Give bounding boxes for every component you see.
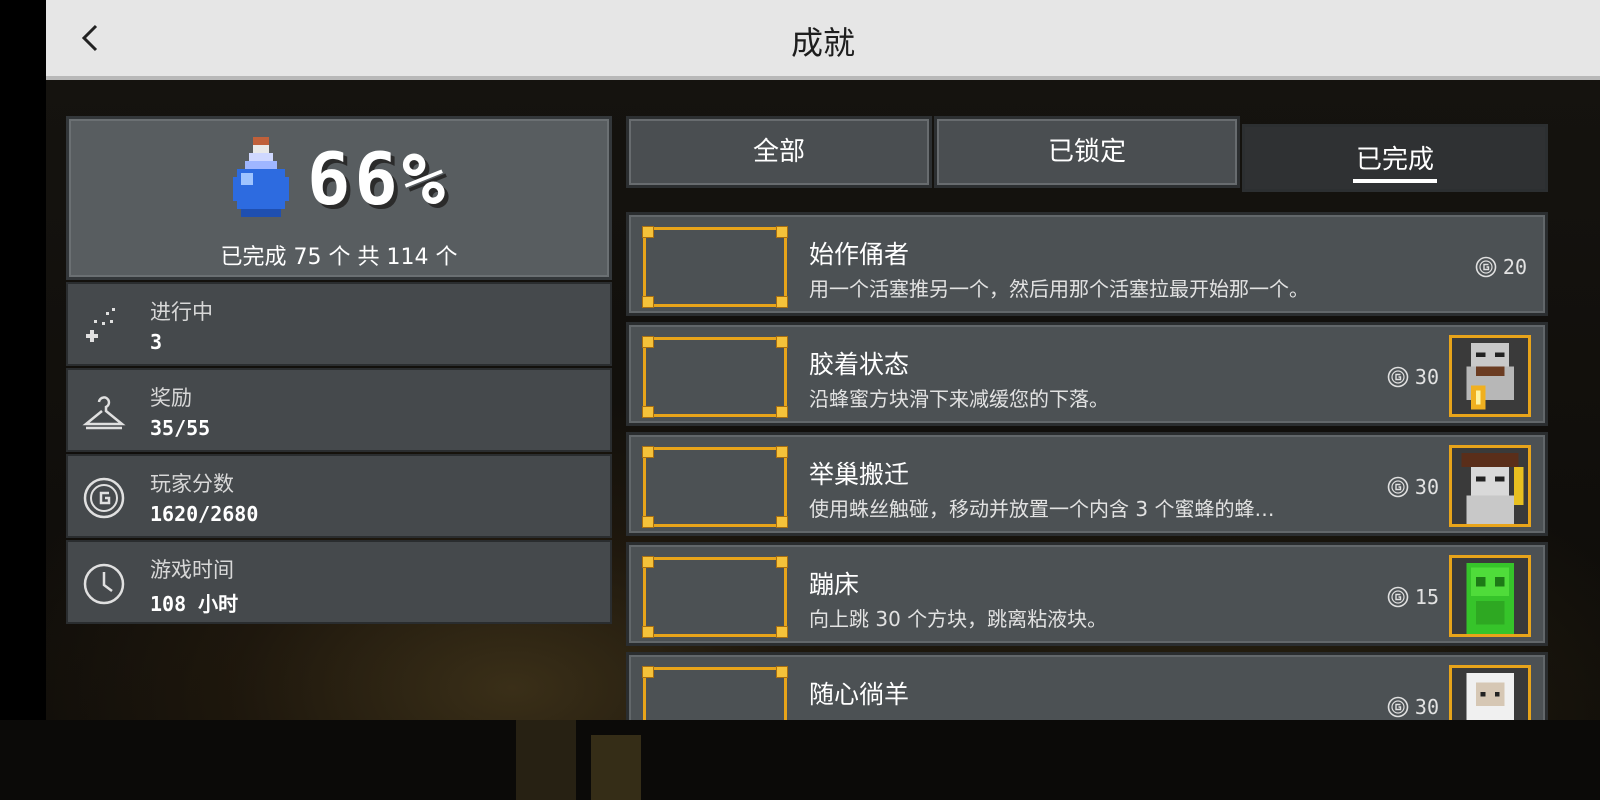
achievement-description: 使用蛛丝触碰，移动并放置一个内含 3 个蜜蜂的蜂… (809, 497, 1275, 521)
achievement-score: 30 (1387, 475, 1439, 499)
achievement-row[interactable]: 蹦床 向上跳 30 个方块，跳离粘液块。 15 (626, 542, 1548, 646)
top-bar: 成就 (46, 0, 1600, 80)
score-value: 20 (1502, 255, 1527, 279)
score-value: 30 (1414, 695, 1439, 719)
achievement-title: 始作俑者 (809, 240, 910, 269)
stat-row-gamerscore: 玩家分数 1620/2680 (66, 454, 612, 538)
sparkle-icon (86, 308, 115, 342)
score-value: 30 (1414, 475, 1439, 499)
achievement-image-frame (642, 336, 788, 418)
stat-row-in-progress: 进行中 3 (66, 282, 612, 366)
tab-label: 已锁定 (1047, 137, 1126, 167)
stat-row-rewards: 奖励 35/55 (66, 368, 612, 452)
stat-row-playtime: 游戏时间 108 小时 (66, 540, 612, 624)
achievement-title: 举巢搬迁 (809, 460, 910, 489)
score-value: 15 (1414, 585, 1439, 609)
stat-value: 3 (150, 330, 163, 354)
reward-thumbnail[interactable] (1449, 445, 1531, 527)
completion-count: 已完成 75 个 共 114 个 (220, 245, 458, 270)
achievement-title: 胶着状态 (809, 350, 910, 379)
slime-character-icon (1452, 558, 1528, 634)
gamerscore-icon (1387, 476, 1409, 498)
gamerscore-icon (1387, 366, 1409, 388)
achievement-row[interactable]: 胶着状态 沿蜂蜜方块滑下来减缓您的下落。 30 (626, 322, 1548, 426)
reward-thumbnail[interactable] (1449, 335, 1531, 417)
achievement-score: 30 (1387, 695, 1439, 719)
score-value: 30 (1414, 365, 1439, 389)
gamerscore-icon (1387, 586, 1409, 608)
reward-thumbnail[interactable] (1449, 555, 1531, 637)
tab-all[interactable]: 全部 (626, 116, 932, 188)
armored-character-icon (1452, 338, 1528, 414)
achievement-row[interactable]: 始作俑者 用一个活塞推另一个，然后用那个活塞拉最开始那一个。 20 (626, 212, 1548, 316)
achievement-image-frame (642, 556, 788, 638)
background-block (516, 720, 576, 800)
completion-summary: 66% 已完成 75 个 共 114 个 (66, 116, 612, 280)
stat-label: 奖励 (150, 386, 192, 410)
page-title: 成就 (790, 24, 855, 62)
achievement-description: 用一个活塞推另一个，然后用那个活塞拉最开始那一个。 (809, 277, 1309, 301)
sheep-character-icon (1452, 668, 1528, 720)
stat-label: 玩家分数 (150, 472, 234, 496)
clock-icon (83, 563, 125, 605)
achievement-title: 蹦床 (809, 570, 860, 599)
gamerscore-icon (1475, 256, 1497, 278)
hat-character-icon (1452, 448, 1528, 524)
gamerscore-icon (1387, 696, 1409, 718)
reward-thumbnail[interactable] (1449, 665, 1531, 720)
achievement-image-frame (642, 666, 788, 720)
achievement-title: 随心徜羊 (809, 680, 910, 709)
gamerscore-icon (83, 477, 125, 519)
tab-completed[interactable]: 已完成 (1242, 124, 1548, 192)
achievement-row[interactable]: 随心徜羊 30 (626, 652, 1548, 720)
stat-label: 游戏时间 (150, 558, 234, 582)
tab-locked[interactable]: 已锁定 (934, 116, 1240, 188)
stat-value: 35/55 (150, 416, 211, 440)
active-tab-indicator (1353, 179, 1437, 183)
achievement-score: 20 (1475, 255, 1527, 279)
completion-percent: 66% (307, 137, 450, 221)
stat-value: 1620/2680 (150, 502, 259, 526)
achievement-description: 沿蜂蜜方块滑下来减缓您的下落。 (809, 387, 1109, 411)
achievement-score: 15 (1387, 585, 1439, 609)
achievement-score: 30 (1387, 365, 1439, 389)
achievement-description: 向上跳 30 个方块，跳离粘液块。 (809, 607, 1108, 631)
hanger-icon (82, 396, 126, 430)
achievement-image-frame (642, 226, 788, 308)
potion-icon (233, 137, 289, 217)
tab-label: 全部 (752, 137, 805, 167)
stat-label: 进行中 (150, 300, 213, 324)
achievement-row[interactable]: 举巢搬迁 使用蛛丝触碰，移动并放置一个内含 3 个蜜蜂的蜂… 30 (626, 432, 1548, 536)
background-block (591, 735, 641, 800)
background-edge (0, 0, 46, 720)
stat-value: 108 小时 (150, 592, 239, 616)
tab-label: 已完成 (1355, 145, 1434, 175)
achievement-list[interactable]: 始作俑者 用一个活塞推另一个，然后用那个活塞拉最开始那一个。 20 胶着状态 沿… (626, 212, 1548, 720)
achievement-image-frame (642, 446, 788, 528)
